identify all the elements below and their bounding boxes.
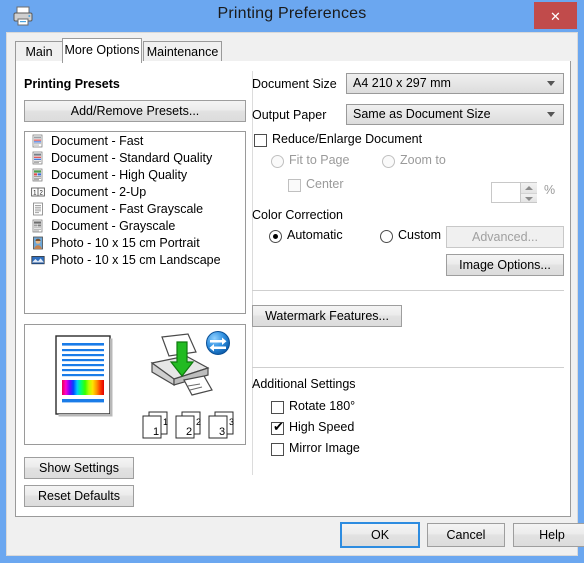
add-remove-presets-button[interactable]: Add/Remove Presets... [24, 100, 246, 122]
title-bar: Printing Preferences ✕ [0, 0, 584, 32]
list-item[interactable]: 1 2 Document - 2-Up [25, 183, 245, 200]
fit-to-page-label: Fit to Page [289, 153, 350, 167]
list-item[interactable]: Document - Standard Quality [25, 149, 245, 166]
chevron-down-icon [547, 112, 555, 117]
vertical-divider [252, 71, 253, 475]
dialog-client-area: Main More Options Maintenance Printing P… [6, 32, 584, 556]
printing-presets-title: Printing Presets [24, 77, 120, 91]
document-high-quality-icon [32, 168, 43, 181]
stepper-buttons[interactable] [520, 183, 537, 202]
printing-preferences-window: Printing Preferences ✕ Main More Options… [0, 0, 584, 563]
tab-maintenance[interactable]: Maintenance [143, 41, 222, 62]
document-2up-icon: 1 2 [31, 187, 45, 196]
rotate-180-label: Rotate 180° [289, 399, 356, 413]
photo-portrait-icon [33, 236, 43, 249]
list-item-label: Document - Standard Quality [51, 150, 213, 165]
presets-list[interactable]: Document - Fast Document - Standard Qual… [24, 131, 246, 314]
document-grayscale-icon [32, 219, 43, 232]
svg-text:1: 1 [163, 417, 168, 427]
output-paper-value: Same as Document Size [353, 107, 491, 121]
reduce-enlarge-label: Reduce/Enlarge Document [272, 132, 423, 146]
window-title: Printing Preferences [217, 5, 367, 22]
fit-to-page-radio[interactable] [271, 155, 284, 168]
custom-label: Custom [398, 228, 442, 242]
page-number-2: 2 [186, 426, 192, 438]
tab-more-options[interactable]: More Options [62, 38, 142, 63]
list-item[interactable]: Document - Fast Grayscale [25, 200, 245, 217]
stepper-up-icon[interactable] [521, 183, 537, 193]
document-fast-icon [32, 134, 43, 147]
tab-strip: Main More Options Maintenance [15, 38, 571, 63]
list-item[interactable]: Photo - 10 x 15 cm Landscape [25, 251, 245, 268]
page-number-3: 3 [219, 426, 225, 438]
zoom-to-radio[interactable] [382, 155, 395, 168]
separator-top [252, 290, 564, 291]
advanced-button[interactable]: Advanced... [446, 226, 564, 248]
document-fast-grayscale-icon [33, 202, 43, 215]
list-item-label: Document - Fast [51, 133, 144, 148]
automatic-label: Automatic [287, 228, 343, 242]
mirror-image-checkbox[interactable] [271, 443, 284, 456]
print-preview-box: 1 1 2 2 3 3 [24, 324, 246, 445]
list-item-label: Document - Fast Grayscale [51, 201, 204, 216]
high-speed-label: High Speed [289, 420, 355, 434]
list-item-label: Document - High Quality [51, 167, 188, 182]
document-size-dropdown[interactable]: A4 210 x 297 mm [346, 73, 564, 94]
percent-label: % [544, 183, 556, 197]
reset-defaults-button[interactable]: Reset Defaults [24, 485, 134, 507]
list-item[interactable]: Photo - 10 x 15 cm Portrait [25, 234, 245, 251]
photo-landscape-icon [31, 255, 45, 264]
zoom-to-label: Zoom to [400, 153, 446, 167]
check-icon: ✔ [273, 419, 284, 434]
svg-text:3: 3 [229, 417, 234, 427]
radio-dot [273, 234, 278, 239]
center-label: Center [306, 177, 344, 191]
document-size-value: A4 210 x 297 mm [353, 76, 451, 90]
chevron-down-icon [547, 81, 555, 86]
center-checkbox[interactable] [288, 179, 301, 192]
help-button[interactable]: Help [513, 523, 584, 547]
output-paper-dropdown[interactable]: Same as Document Size [346, 104, 564, 125]
tab-main[interactable]: Main [15, 41, 63, 62]
custom-radio[interactable] [380, 230, 393, 243]
list-item[interactable]: Document - High Quality [25, 166, 245, 183]
separator-bottom [252, 367, 564, 368]
show-settings-button[interactable]: Show Settings [24, 457, 134, 479]
bidirectional-arrows-globe-icon [206, 331, 230, 355]
color-correction-label: Color Correction [252, 208, 344, 222]
dialog-footer: OK Cancel Help [7, 521, 584, 555]
rotate-180-checkbox[interactable] [271, 401, 284, 414]
document-standard-icon [32, 151, 43, 164]
list-item-label: Document - Grayscale [51, 218, 176, 233]
svg-text:2: 2 [196, 417, 201, 427]
page-number-1: 1 [153, 426, 159, 438]
list-item-label: Document - 2-Up [51, 184, 147, 199]
mirror-image-label: Mirror Image [289, 441, 360, 455]
output-paper-label: Output Paper [252, 108, 327, 122]
list-item-label: Photo - 10 x 15 cm Landscape [51, 252, 221, 267]
zoom-value-stepper[interactable] [491, 182, 537, 203]
list-item[interactable]: Document - Fast [25, 132, 245, 149]
high-speed-checkbox[interactable]: ✔ [271, 419, 284, 435]
image-options-button[interactable]: Image Options... [446, 254, 564, 276]
watermark-features-button[interactable]: Watermark Features... [252, 305, 402, 327]
additional-settings-label: Additional Settings [252, 377, 356, 391]
color-document-preview-icon [55, 335, 113, 417]
cancel-button[interactable]: Cancel [427, 523, 505, 547]
ok-button[interactable]: OK [340, 522, 420, 548]
document-size-label: Document Size [252, 77, 337, 91]
automatic-radio[interactable] [269, 230, 282, 243]
close-button[interactable]: ✕ [534, 2, 577, 29]
reduce-enlarge-checkbox[interactable] [254, 134, 267, 147]
list-item[interactable]: Document - Grayscale [25, 217, 245, 234]
list-item-label: Photo - 10 x 15 cm Portrait [51, 235, 200, 250]
page-order-icons: 1 1 2 2 3 3 [142, 411, 234, 439]
stepper-down-icon[interactable] [521, 192, 537, 202]
